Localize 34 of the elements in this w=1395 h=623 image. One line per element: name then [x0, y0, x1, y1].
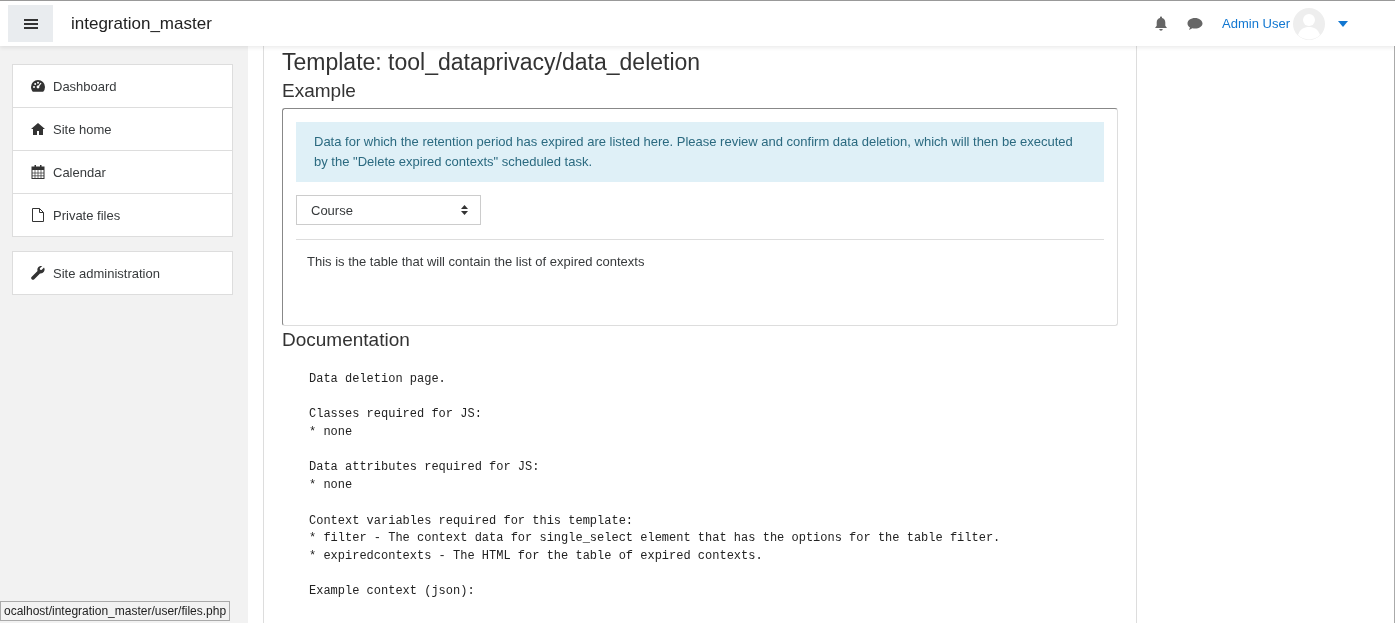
menu-icon: [23, 17, 38, 30]
nav-item[interactable]: Calendar: [13, 150, 232, 193]
documentation-line: * filter - The context data for single_select element that has the options for the table filter.: [309, 530, 1002, 548]
nav-item[interactable]: Private files: [13, 193, 232, 236]
documentation-line: * none: [309, 424, 354, 442]
documentation-line: Classes required for JS:: [309, 406, 483, 424]
documentation-line: Data attributes required for JS:: [309, 459, 541, 477]
home-icon: [31, 123, 45, 135]
file-icon: [31, 208, 45, 222]
section-heading: Documentation: [282, 329, 411, 351]
chat-bubble-icon[interactable]: [1187, 16, 1204, 31]
user-name-link[interactable]: Admin User: [1222, 16, 1290, 31]
wrench-icon: [31, 266, 45, 280]
documentation-line: * expiredcontexts - The HTML for the table of expired contexts.: [309, 548, 764, 565]
documentation-line: Data deletion page.: [309, 371, 447, 388]
documentation-line: Example context (json):: [309, 583, 476, 601]
site-name-link[interactable]: integration_master: [71, 13, 212, 34]
nav-item[interactable]: Site home: [13, 107, 232, 150]
nav-item[interactable]: Site administration: [13, 252, 232, 294]
sort-caret-icon: [461, 205, 468, 215]
gauge-icon: [31, 80, 45, 92]
documentation-line: * none: [309, 477, 354, 495]
filter-select[interactable]: Course: [296, 195, 481, 225]
status-url-tooltip: ocalhost/integration_master/user/files.php: [0, 601, 231, 621]
page-title: Template: tool_dataprivacy/data_deletion: [282, 49, 702, 76]
caret-icon[interactable]: [1338, 20, 1348, 27]
menu-button[interactable]: [8, 5, 53, 42]
calendar-icon: [31, 165, 45, 179]
notification-bell-icon[interactable]: [1154, 16, 1169, 31]
nav-item[interactable]: Dashboard: [13, 65, 232, 107]
documentation-line: Context variables required for this template:: [309, 512, 635, 530]
section-heading: Example: [282, 80, 357, 102]
info-alert: Data for which the retention period has expired are listed here. Please review and confirm data deletion, which will then be executed by the "Delete expired contexts" scheduled task.: [296, 122, 1104, 182]
table-placeholder-text: This is the table that will contain the list of expired contexts: [306, 253, 646, 271]
